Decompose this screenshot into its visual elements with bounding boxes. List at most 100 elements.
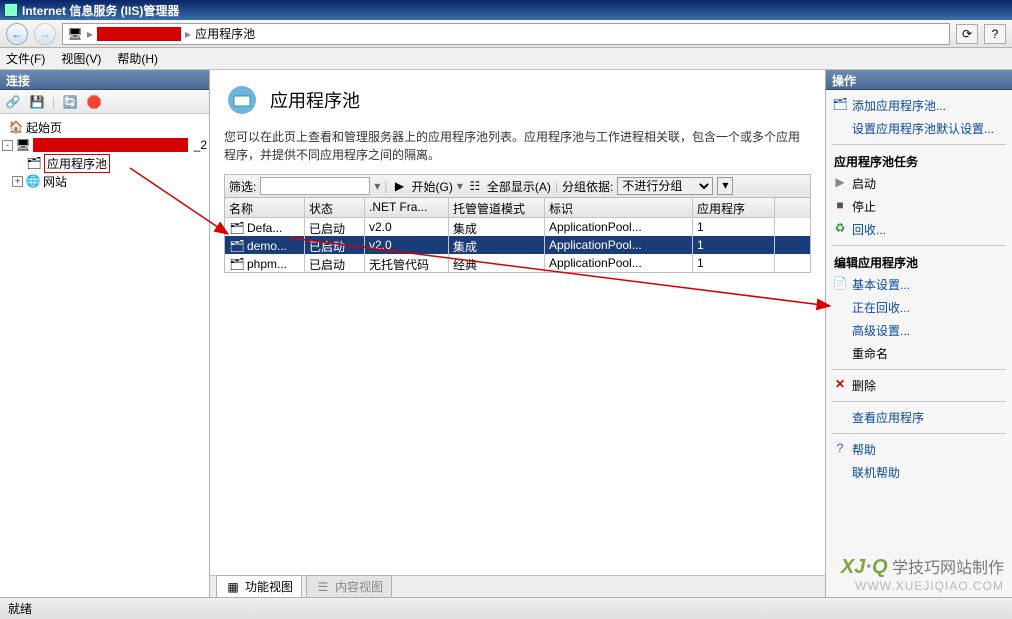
nav-up-button[interactable]: 🔄 <box>61 93 79 111</box>
app-pools-icon: 🗂 <box>26 155 42 171</box>
tree-start-page[interactable]: 🏠 起始页 <box>2 118 207 136</box>
view-tabs: ▦ 功能视图 ☰ 内容视图 <box>210 575 825 597</box>
tree-server-node[interactable]: - 🖥 _2 <box>2 136 207 154</box>
refresh-dropdown[interactable]: ⟳ <box>956 24 978 44</box>
menu-view[interactable]: 视图(V) <box>61 50 101 67</box>
help-icon: ? <box>832 440 848 456</box>
groupby-extra-dropdown[interactable]: ▾ <box>717 177 733 195</box>
sites-icon: 🌐 <box>25 173 41 189</box>
stop-icon: ■ <box>832 197 848 213</box>
add-pool-icon: 🗂 <box>832 96 848 112</box>
groupby-select[interactable]: 不进行分组 <box>617 177 713 195</box>
action-stop[interactable]: ■停止 <box>832 195 1006 218</box>
cell-name: 🗂Defa... <box>225 218 305 236</box>
actions-list: 🗂添加应用程序池... 设置应用程序池默认设置... 应用程序池任务 ▶启动 ■… <box>826 90 1012 597</box>
col-mode[interactable]: 托管管道模式 <box>449 198 545 218</box>
cell-status: 已启动 <box>305 236 365 254</box>
cell-name: 🗂phpm... <box>225 254 305 272</box>
cell-apps: 1 <box>693 254 775 272</box>
connections-tree[interactable]: 🏠 起始页 - 🖥 _2 🗂 应用程序池 + 🌐 网站 <box>0 114 209 597</box>
col-status[interactable]: 状态 <box>305 198 365 218</box>
pools-grid[interactable]: 名称 状态 .NET Fra... 托管管道模式 标识 应用程序 🗂Defa..… <box>224 198 811 273</box>
menu-bar: 文件(F) 视图(V) 帮助(H) <box>0 48 1012 70</box>
action-advanced-settings[interactable]: 高级设置... <box>832 319 1006 342</box>
action-help[interactable]: ?帮助 <box>832 438 1006 461</box>
action-add-pool[interactable]: 🗂添加应用程序池... <box>832 94 1006 117</box>
server-node-icon: 🖥 <box>15 137 31 153</box>
tree-server-redacted <box>33 138 188 152</box>
action-online-help[interactable]: 联机帮助 <box>832 461 1006 484</box>
cell-ident: ApplicationPool... <box>545 254 693 272</box>
connect-button[interactable]: 🔗 <box>4 93 22 111</box>
start-icon: ▶ <box>832 174 848 190</box>
cell-apps: 1 <box>693 218 775 236</box>
action-basic-settings[interactable]: 📄基本设置... <box>832 273 1006 296</box>
connections-header: 连接 <box>0 70 209 90</box>
tree-app-pools[interactable]: 🗂 应用程序池 <box>2 154 207 172</box>
back-button[interactable]: ← <box>6 23 28 45</box>
breadcrumb-sep-1: ▸ <box>87 27 93 41</box>
showall-icon[interactable]: ☷ <box>467 178 483 194</box>
pool-row-icon: 🗂 <box>229 238 245 254</box>
start-page-icon: 🏠 <box>8 119 24 135</box>
action-recycling[interactable]: 正在回收... <box>832 296 1006 319</box>
pool-row-icon: 🗂 <box>229 220 245 236</box>
filter-label: 筛选: <box>229 178 256 195</box>
tree-start-label: 起始页 <box>26 119 62 136</box>
col-apps[interactable]: 应用程序 <box>693 198 775 218</box>
action-start[interactable]: ▶启动 <box>832 172 1006 195</box>
tab-features-view[interactable]: ▦ 功能视图 <box>216 575 302 597</box>
address-box[interactable]: 🖥 ▸ ▸ 应用程序池 <box>62 23 950 45</box>
filter-bar: 筛选: ▾ | ▶ 开始(G) ▾ ☷ 全部显示(A) | 分组依据: 不进行分… <box>224 174 811 198</box>
page-title: 应用程序池 <box>270 87 360 113</box>
delete-icon: ✕ <box>832 376 848 392</box>
groupby-label: 分组依据: <box>562 178 613 195</box>
tree-sites-label: 网站 <box>43 173 67 190</box>
forward-button[interactable]: → <box>34 23 56 45</box>
go-label[interactable]: 开始(G) <box>412 178 453 195</box>
action-delete[interactable]: ✕删除 <box>832 374 1006 397</box>
action-set-defaults[interactable]: 设置应用程序池默认设置... <box>832 117 1006 140</box>
tab-content-view[interactable]: ☰ 内容视图 <box>306 575 392 597</box>
cell-mode: 经典 <box>449 254 545 272</box>
table-row[interactable]: 🗂Defa...已启动v2.0集成ApplicationPool...1 <box>225 218 810 236</box>
cell-name: 🗂demo... <box>225 236 305 254</box>
action-rename[interactable]: 重命名 <box>832 342 1006 365</box>
window-titlebar: Internet 信息服务 (IIS)管理器 <box>0 0 1012 20</box>
cell-status: 已启动 <box>305 218 365 236</box>
save-button[interactable]: 💾 <box>28 93 46 111</box>
cell-apps: 1 <box>693 236 775 254</box>
action-view-apps[interactable]: 查看应用程序 <box>832 406 1006 429</box>
server-icon: 🖥 <box>67 26 83 42</box>
basic-settings-icon: 📄 <box>832 275 848 291</box>
cell-ident: ApplicationPool... <box>545 218 693 236</box>
go-icon[interactable]: ▶ <box>392 178 408 194</box>
filter-input[interactable] <box>260 177 370 195</box>
connections-panel: 连接 🔗 💾 | 🔄 🛑 🏠 起始页 - 🖥 _2 🗂 应用程序池 <box>0 70 210 597</box>
col-ident[interactable]: 标识 <box>545 198 693 218</box>
menu-help[interactable]: 帮助(H) <box>117 50 158 67</box>
tree-sites[interactable]: + 🌐 网站 <box>2 172 207 190</box>
col-net[interactable]: .NET Fra... <box>365 198 449 218</box>
stop-conn-button[interactable]: 🛑 <box>85 93 103 111</box>
breadcrumb-current[interactable]: 应用程序池 <box>195 25 255 42</box>
cell-mode: 集成 <box>449 218 545 236</box>
menu-file[interactable]: 文件(F) <box>6 50 45 67</box>
go-dropdown-icon[interactable]: ▾ <box>457 179 463 193</box>
cell-status: 已启动 <box>305 254 365 272</box>
window-title: Internet 信息服务 (IIS)管理器 <box>22 2 179 19</box>
help-toolbar-button[interactable]: ? <box>984 24 1006 44</box>
expand-sites-icon[interactable]: + <box>12 176 23 187</box>
connections-toolbar: 🔗 💾 | 🔄 🛑 <box>0 90 209 114</box>
main-body: 应用程序池 您可以在此页上查看和管理服务器上的应用程序池列表。应用程序池与工作进… <box>210 70 825 575</box>
table-row[interactable]: 🗂phpm...已启动无托管代码经典ApplicationPool...1 <box>225 254 810 272</box>
main-panel: 应用程序池 您可以在此页上查看和管理服务器上的应用程序池列表。应用程序池与工作进… <box>210 70 826 597</box>
expand-server-icon[interactable]: - <box>2 140 13 151</box>
recycle-icon: ♻ <box>832 220 848 236</box>
col-name[interactable]: 名称 <box>225 198 305 218</box>
action-recycle[interactable]: ♻回收... <box>832 218 1006 241</box>
actions-panel: 操作 🗂添加应用程序池... 设置应用程序池默认设置... 应用程序池任务 ▶启… <box>826 70 1012 597</box>
filter-dropdown-icon[interactable]: ▾ <box>374 179 380 193</box>
showall-label[interactable]: 全部显示(A) <box>487 178 551 195</box>
table-row[interactable]: 🗂demo...已启动v2.0集成ApplicationPool...1 <box>225 236 810 254</box>
